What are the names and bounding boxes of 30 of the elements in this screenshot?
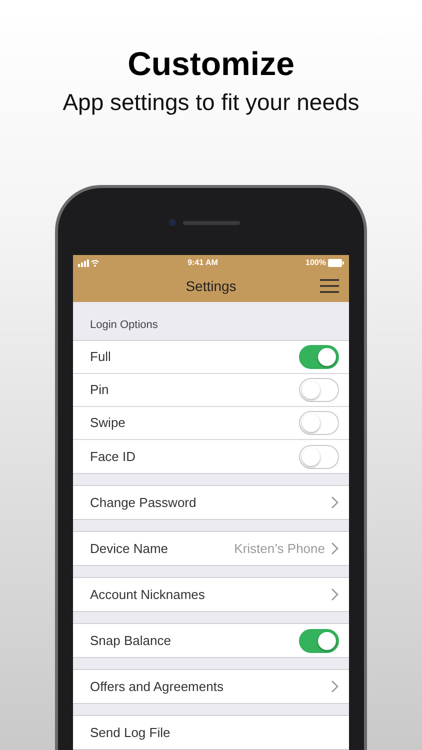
row-value: Kristen’s Phone [234, 540, 325, 558]
toggle-switch[interactable] [299, 628, 339, 652]
row-label: Swipe [90, 414, 126, 432]
row-label: Snap Balance [90, 632, 172, 650]
header-title: Settings [184, 276, 238, 296]
toggle-switch[interactable] [299, 411, 339, 435]
toggle-switch[interactable] [299, 345, 339, 369]
row-label: Device Name [90, 540, 170, 558]
signal-wifi-icon [78, 258, 100, 266]
toggle-switch[interactable] [299, 378, 339, 402]
chevron-icon [331, 542, 339, 555]
toggle-switch[interactable] [299, 444, 339, 468]
chevron-icon [331, 588, 339, 601]
promo-title: Customize [128, 44, 294, 84]
row-label: Full [90, 348, 112, 366]
row-label: Face ID [90, 448, 137, 466]
section-title: Login Options [90, 318, 158, 332]
battery-icon [328, 258, 344, 266]
menu-icon[interactable] [320, 279, 339, 293]
row-label: Change Password [90, 494, 198, 512]
promo-subtitle: App settings to fit your needs [62, 88, 360, 117]
row-label: Send Log File [90, 724, 172, 742]
row-label: Offers and Agreements [90, 678, 224, 696]
status-time: 9:41 AM [186, 256, 219, 268]
camera-icon [169, 219, 176, 226]
row-label: Pin [90, 381, 110, 400]
row-label: Account Nicknames [90, 586, 206, 604]
battery-level: 100% [306, 256, 326, 268]
chevron-icon [331, 680, 339, 693]
chevron-icon [331, 496, 339, 509]
